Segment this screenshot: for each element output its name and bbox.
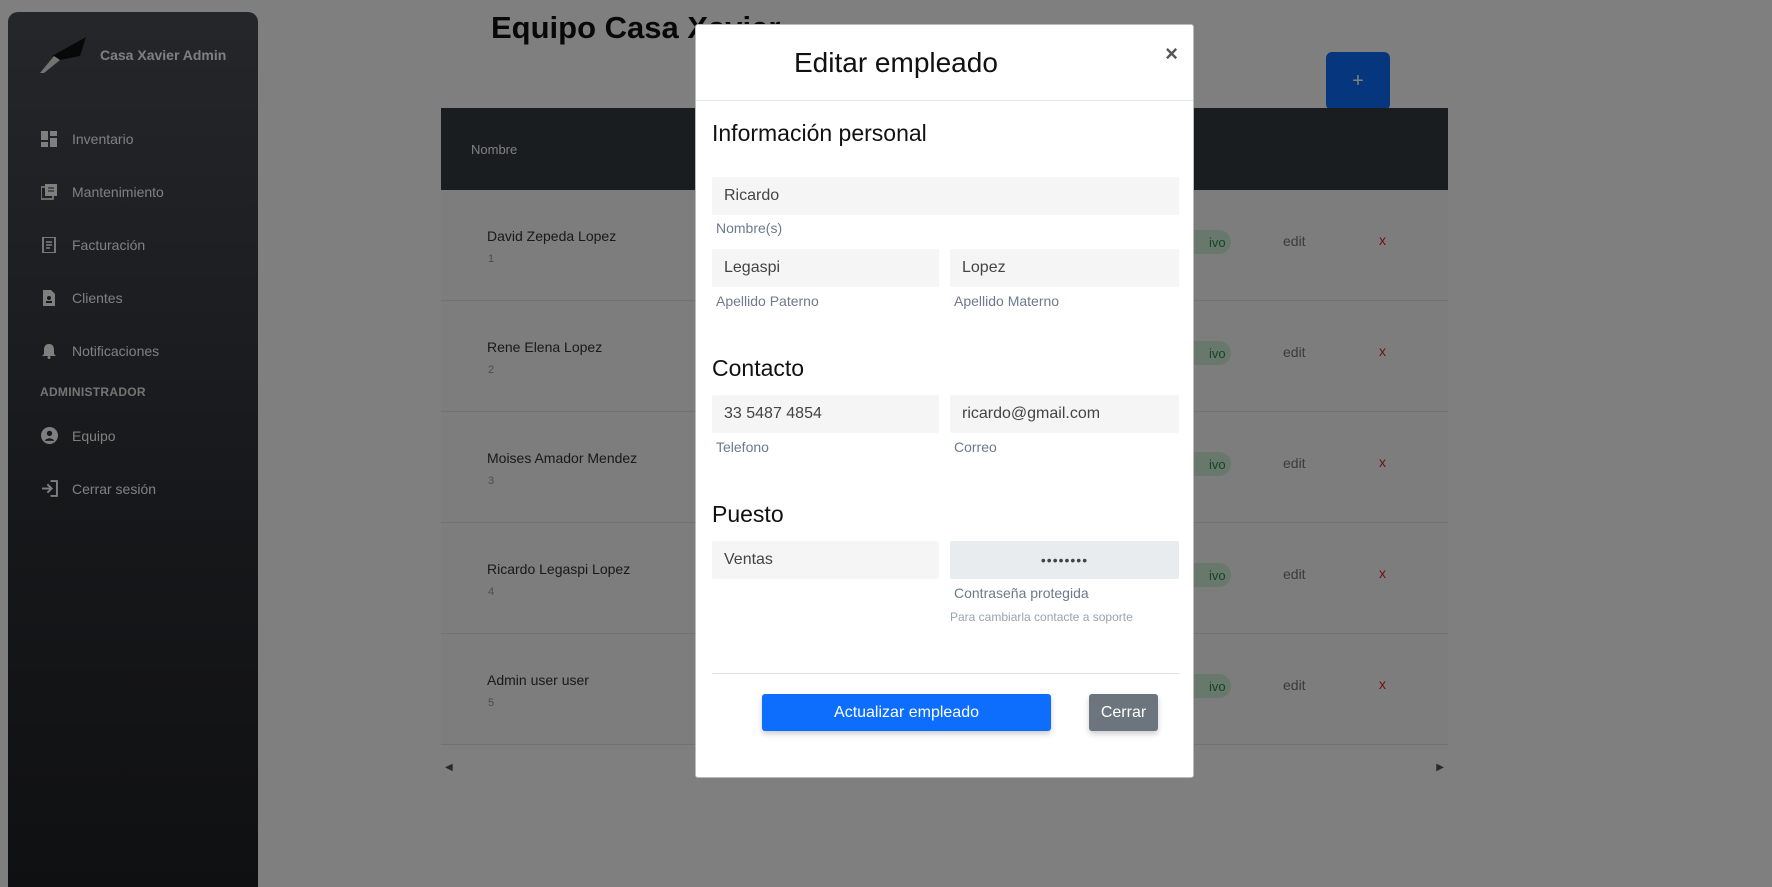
modal-header: Editar empleado × [696,25,1193,101]
password-label: Contraseña protegida [954,585,1089,601]
nombre-field[interactable]: Ricardo [712,177,1179,215]
close-icon[interactable]: × [1165,41,1178,67]
telefono-field[interactable]: 33 5487 4854 [712,395,939,433]
telefono-label: Telefono [716,439,769,455]
section-personal-title: Información personal [712,120,927,146]
section-contact-title: Contacto [712,355,805,381]
apellido-materno-label: Apellido Materno [954,293,1060,309]
correo-label: Correo [954,439,997,455]
correo-field[interactable]: ricardo@gmail.com [950,395,1179,433]
password-hint: Para cambiarla contacte a soporte [950,610,1133,624]
apellido-materno-field[interactable]: Lopez [950,249,1179,287]
apellido-paterno-label: Apellido Paterno [716,293,819,309]
nombre-label: Nombre(s) [716,220,783,236]
puesto-field[interactable]: Ventas [712,541,939,579]
modal-divider [712,673,1179,674]
apellido-paterno-field[interactable]: Legaspi [712,249,939,287]
section-puesto-title: Puesto [712,501,784,527]
close-button[interactable]: Cerrar [1089,694,1158,731]
edit-employee-modal: Editar empleado × Información personal R… [695,24,1194,778]
update-employee-button[interactable]: Actualizar empleado [762,694,1051,731]
password-field: •••••••• [950,541,1179,579]
modal-title: Editar empleado [794,47,998,78]
